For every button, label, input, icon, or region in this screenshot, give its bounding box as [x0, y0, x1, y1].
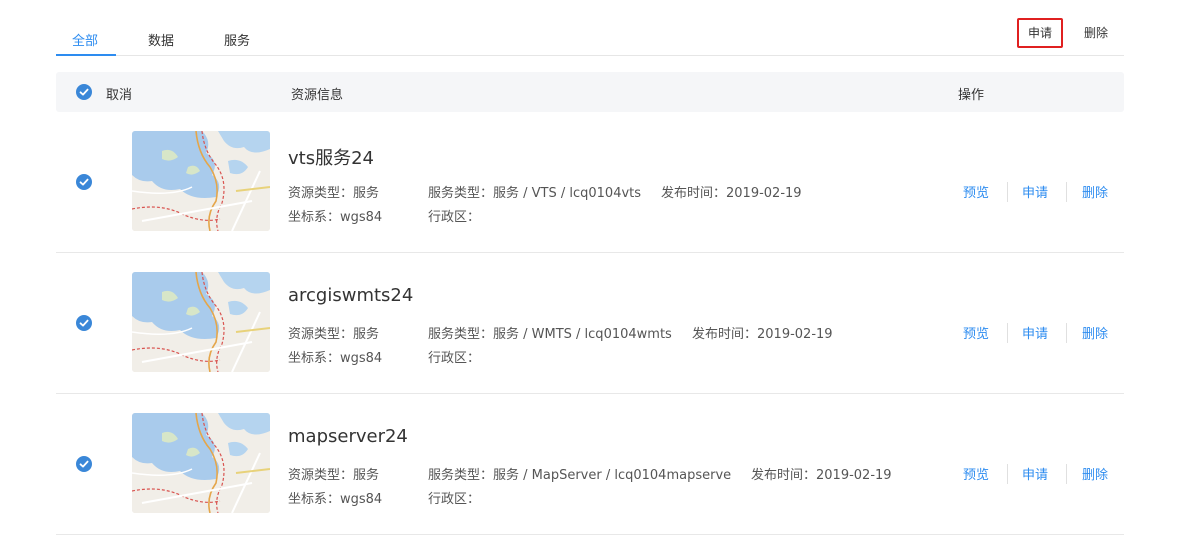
active-tab-indicator [56, 54, 116, 56]
tab-service[interactable]: 服务 [224, 30, 250, 49]
coordinate-system: 坐标系：wgs84 [288, 210, 383, 225]
resource-type: 资源类型：服务 [288, 468, 380, 483]
tab-data[interactable]: 数据 [148, 30, 174, 49]
resource-info-header: 资源信息 [291, 88, 344, 103]
delete-button[interactable]: 删除 [1078, 18, 1114, 48]
operation-divider [1007, 464, 1008, 484]
coordinate-system: 坐标系：wgs84 [288, 492, 383, 507]
list-header: 取消 资源信息 操作 [56, 72, 1124, 112]
row-checkbox[interactable] [76, 174, 92, 190]
resource-row: vts服务24 资源类型：服务 服务类型：服务 / VTS / lcq0104vts… [56, 112, 1124, 253]
check-icon [79, 178, 89, 186]
map-thumbnail-image [132, 272, 270, 372]
publish-time: 发布时间：2019-02-19 [751, 468, 892, 483]
operation-divider [1066, 464, 1067, 484]
preview-link[interactable]: 预览 [963, 182, 989, 201]
tab-all[interactable]: 全部 [72, 30, 98, 49]
operation-divider [1007, 182, 1008, 202]
map-thumbnail[interactable] [132, 413, 270, 513]
cancel-selection-label[interactable]: 取消 [106, 84, 132, 103]
map-thumbnail-image [132, 413, 270, 513]
select-all-checkbox[interactable] [76, 84, 92, 100]
operations-header: 操作 [958, 88, 985, 103]
row-operations: 预览 申请 删除 [962, 182, 1112, 202]
row-checkbox[interactable] [76, 315, 92, 331]
tab-bar: 全部 数据 服务 [56, 18, 1124, 56]
check-icon [79, 319, 89, 327]
resource-type: 资源类型：服务 [288, 327, 380, 342]
operation-divider [1066, 182, 1067, 202]
delete-link[interactable]: 删除 [1082, 182, 1108, 201]
administrative-region: 行政区： [428, 492, 481, 507]
publish-time: 发布时间：2019-02-19 [692, 327, 833, 342]
delete-link[interactable]: 删除 [1082, 323, 1108, 342]
coordinate-system: 坐标系：wgs84 [288, 351, 383, 366]
row-checkbox[interactable] [76, 456, 92, 472]
map-thumbnail-image [132, 131, 270, 231]
row-operations: 预览 申请 删除 [962, 323, 1112, 343]
delete-link[interactable]: 删除 [1082, 464, 1108, 483]
resource-title[interactable]: vts服务24 [288, 144, 374, 170]
apply-link[interactable]: 申请 [1022, 464, 1048, 483]
preview-link[interactable]: 预览 [963, 464, 989, 483]
row-operations: 预览 申请 删除 [962, 464, 1112, 484]
resource-row: arcgiswmts24 资源类型：服务 服务类型：服务 / WMTS / lcq0… [56, 253, 1124, 394]
operation-divider [1066, 323, 1067, 343]
publish-time: 发布时间：2019-02-19 [661, 186, 802, 201]
map-thumbnail[interactable] [132, 131, 270, 231]
map-thumbnail[interactable] [132, 272, 270, 372]
apply-button[interactable]: 申请 [1017, 18, 1063, 48]
resource-type: 资源类型：服务 [288, 186, 380, 201]
check-icon [79, 88, 89, 96]
service-type: 服务类型：服务 / MapServer / lcq0104mapserve [428, 468, 732, 483]
resource-title[interactable]: arcgiswmts24 [288, 285, 413, 306]
preview-link[interactable]: 预览 [963, 323, 989, 342]
apply-link[interactable]: 申请 [1022, 323, 1048, 342]
service-type: 服务类型：服务 / WMTS / lcq0104wmts [428, 327, 672, 342]
resource-title[interactable]: mapserver24 [288, 426, 408, 447]
resource-row: mapserver24 资源类型：服务 服务类型：服务 / MapServer / … [56, 394, 1124, 535]
apply-link[interactable]: 申请 [1022, 182, 1048, 201]
administrative-region: 行政区： [428, 351, 481, 366]
service-type: 服务类型：服务 / VTS / lcq0104vts [428, 186, 642, 201]
operation-divider [1007, 323, 1008, 343]
check-icon [79, 460, 89, 468]
administrative-region: 行政区： [428, 210, 481, 225]
